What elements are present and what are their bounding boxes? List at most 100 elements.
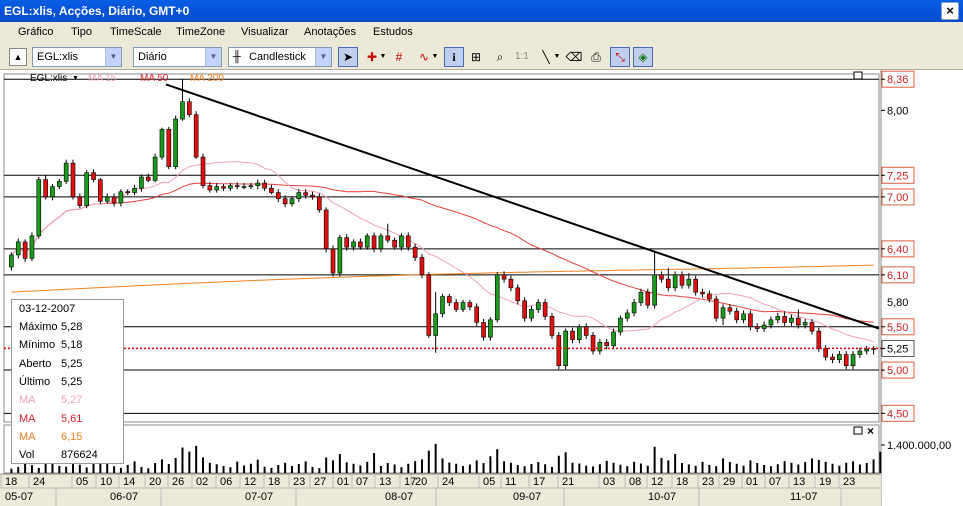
chart-type-select[interactable]: ╫ Candlestick ▼ xyxy=(228,47,332,67)
candle-body xyxy=(535,302,541,310)
candle-body xyxy=(145,176,151,181)
candle-body xyxy=(214,186,219,191)
candle-body xyxy=(63,162,69,182)
candle-body xyxy=(419,257,425,276)
candle-body xyxy=(618,317,623,333)
day-label: 06 xyxy=(220,476,232,488)
candle-body xyxy=(488,319,493,338)
legend-ma15[interactable]: MA 15 xyxy=(88,73,116,84)
candle-body xyxy=(700,291,705,295)
window-titlebar[interactable]: EGL:xlis, Acções, Diário, GMT+0 × xyxy=(0,0,963,22)
candle-body xyxy=(734,310,740,321)
symbol-select[interactable]: EGL:xlis ▼ xyxy=(32,47,122,67)
candle-body xyxy=(453,302,459,310)
candle-body xyxy=(659,274,664,280)
day-label: 23 xyxy=(702,476,714,488)
candle-body xyxy=(98,179,103,202)
close-window-button[interactable]: × xyxy=(941,2,959,20)
candle-body xyxy=(515,287,521,302)
legend-ma200[interactable]: MA 200 xyxy=(190,73,224,84)
chevron-down-icon[interactable]: ▼ xyxy=(72,75,79,82)
day-label: 07 xyxy=(769,476,781,488)
chevron-down-icon[interactable]: ▼ xyxy=(552,47,562,67)
menu-visualizar[interactable]: Visualizar xyxy=(241,26,289,38)
info-value: 876624 xyxy=(61,449,98,462)
chevron-down-icon[interactable]: ▼ xyxy=(205,48,221,66)
candle-body xyxy=(467,302,473,308)
chevron-down-icon[interactable]: ▼ xyxy=(315,48,331,66)
candle-body xyxy=(638,291,644,303)
info-date: 03-12-2007 xyxy=(19,303,76,315)
candle-body xyxy=(796,317,801,326)
eraser-icon[interactable]: ⌫ xyxy=(564,47,584,67)
price-label: 5,00 xyxy=(887,365,908,377)
candle-body xyxy=(323,209,329,250)
candle-body xyxy=(686,278,692,286)
candle-body xyxy=(570,330,575,341)
candle-body xyxy=(200,156,206,186)
day-label: 12 xyxy=(244,476,256,488)
candle-body xyxy=(152,156,158,181)
menu-timescale[interactable]: TimeScale xyxy=(110,26,162,38)
candle-body xyxy=(262,182,267,189)
candle-body xyxy=(139,176,144,189)
print-icon[interactable]: ⎙ xyxy=(586,47,606,67)
price-label: 4,50 xyxy=(887,408,908,420)
collapse-icon[interactable]: ▲ xyxy=(9,48,27,66)
window-title: EGL:xlis, Acções, Diário, GMT+0 xyxy=(4,4,190,18)
period-select[interactable]: Diário ▼ xyxy=(133,47,222,67)
day-label: 05 xyxy=(483,476,495,488)
chevron-down-icon[interactable]: ▼ xyxy=(430,47,440,67)
price-label: 5,25 xyxy=(887,343,908,355)
day-label: 24 xyxy=(442,476,454,488)
month-label: 11-07 xyxy=(790,491,817,503)
menu-estudos[interactable]: Estudos xyxy=(373,26,413,38)
autoscale-icon[interactable]: ⤡ xyxy=(610,47,630,67)
candle-body xyxy=(405,235,411,248)
day-label: 13 xyxy=(793,476,805,488)
candle-body xyxy=(768,319,774,326)
candle-body xyxy=(412,246,418,258)
volume-axis-label: 1.400.000,00 xyxy=(887,440,951,452)
candle-body xyxy=(166,129,172,167)
layers-icon[interactable]: ◈ xyxy=(633,47,653,67)
menu-tipo[interactable]: Tipo xyxy=(71,26,92,38)
day-label: 01 xyxy=(337,476,349,488)
candle-body xyxy=(43,179,48,198)
candle-body xyxy=(228,185,233,189)
candle-body xyxy=(371,235,377,250)
candle-body xyxy=(385,235,391,241)
candle-body xyxy=(460,302,466,310)
candle-body xyxy=(378,235,384,250)
day-label: 07 xyxy=(356,476,368,488)
info-label: MA xyxy=(19,430,36,443)
zoom-icon[interactable]: ⌕ xyxy=(490,47,510,67)
month-label: 09-07 xyxy=(513,491,541,503)
ratio-button[interactable]: 1:1 xyxy=(512,47,532,67)
grid-icon[interactable]: # xyxy=(389,47,409,67)
day-label: 18 xyxy=(676,476,688,488)
menu-grafico[interactable]: Gráfico xyxy=(18,26,53,38)
info-icon[interactable]: i xyxy=(444,47,464,67)
info-row: MA 5,61 xyxy=(12,410,124,428)
cursor-arrow-icon[interactable]: ➤ xyxy=(338,47,358,67)
day-label: 23 xyxy=(293,476,305,488)
info-value: 5,61 xyxy=(61,412,83,425)
info-row: Mínimo 5,18 xyxy=(12,336,124,354)
day-label: 08 xyxy=(629,476,641,488)
price-label: 8,36 xyxy=(887,74,908,86)
legend-ma50[interactable]: MA 50 xyxy=(140,73,168,84)
candle-body xyxy=(173,118,178,167)
candle-body xyxy=(248,185,254,187)
price-chart[interactable]: × 8,36 8,00 7,25 7,00 6,40 6,10 5,50 5,25 5,00 4,5… xyxy=(0,70,963,506)
chart-area[interactable]: × 8,36 8,00 7,25 7,00 6,40 6,10 5,50 5,25 5,00 4,5… xyxy=(0,70,963,506)
menu-anotacoes[interactable]: Anotações xyxy=(304,26,356,38)
day-label: 01 xyxy=(746,476,758,488)
chevron-down-icon[interactable]: ▼ xyxy=(105,48,121,66)
chevron-down-icon[interactable]: ▼ xyxy=(378,47,388,67)
info-row: MA 5,27 xyxy=(12,391,124,409)
menu-timezone[interactable]: TimeZone xyxy=(176,26,225,38)
info-value: 6,15 xyxy=(61,430,83,443)
add-annotation-icon[interactable]: ⊞ xyxy=(466,47,486,67)
candle-body xyxy=(707,293,712,300)
